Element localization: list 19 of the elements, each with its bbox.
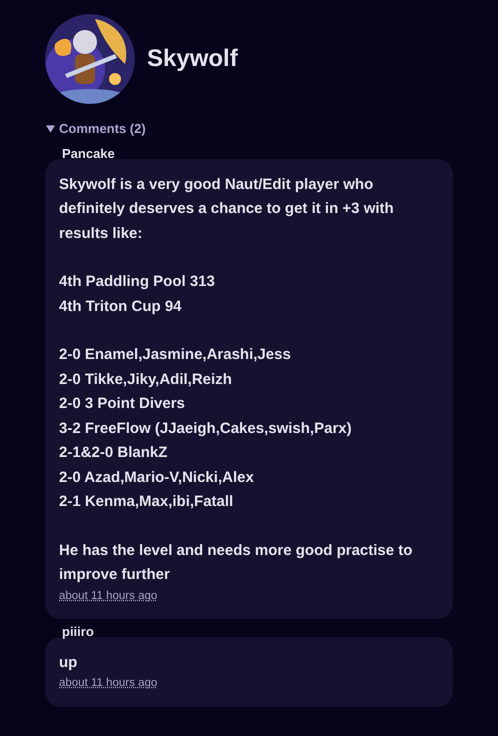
triangle-icon: [46, 124, 55, 133]
comment-text: 2-0 Tikke,Jiky,Adil,Reizh: [59, 370, 233, 390]
profile-name: Skywolf: [147, 44, 238, 74]
comment-text: He has the level and needs more good practise to improve further: [59, 540, 414, 585]
comment-text: 2-1&2-0 BlankZ: [59, 443, 168, 463]
comment-text: 2-0 Enamel,Jasmine,Arashi,Jess: [59, 345, 292, 365]
timestamp-link[interactable]: about 11 hours ago: [59, 675, 158, 692]
timestamp-link[interactable]: about 11 hours ago: [59, 588, 158, 605]
comment-text: up: [59, 652, 78, 673]
comments-toggle[interactable]: Comments (2): [46, 119, 146, 138]
comment-text: 3-2 FreeFlow (JJaeigh,Cakes,swish,Parx): [59, 418, 353, 438]
comment-text: 2-0 Azad,Mario-V,Nicki,Alex: [59, 468, 255, 488]
comment-text: Skywolf is a very good Naut/Edit player who definitely deserves a chance to get it in +3 with results like:: [59, 174, 395, 244]
comment-text: 4th Paddling Pool 313: [59, 272, 216, 292]
comment-author: piiiro: [62, 624, 94, 639]
comment-text: 2-0 3 Point Divers: [59, 394, 186, 414]
comment-author: Pancake: [62, 146, 115, 160]
comment-text: 4th Triton Cup 94: [59, 296, 183, 316]
comment-text: 2-1 Kenma,Max,ibi,Fatall: [59, 492, 234, 512]
